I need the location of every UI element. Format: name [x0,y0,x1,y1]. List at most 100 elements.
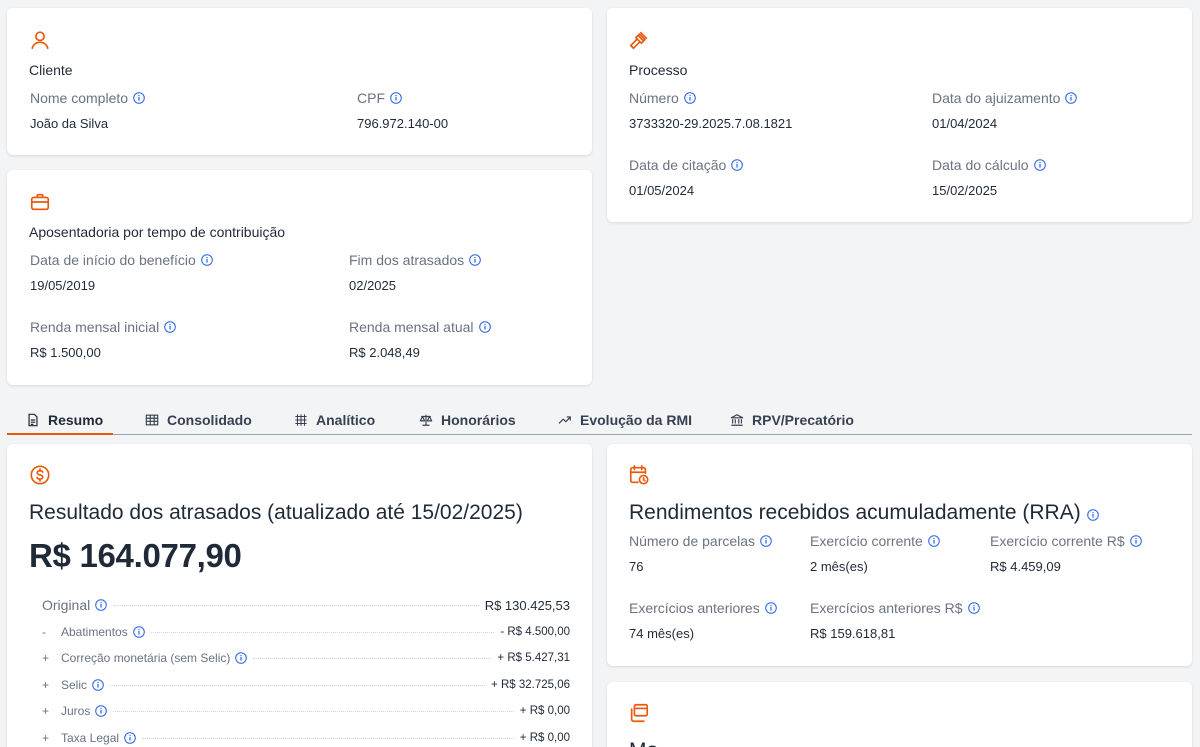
dotted-leader [142,737,514,739]
cpf-label: CPF [357,90,402,106]
tab-analitico[interactable]: Analítico [294,404,375,435]
tab-label: Resumo [48,411,104,428]
numero-value: 3733320-29.2025.7.08.1821 [629,116,793,131]
info-icon[interactable] [469,254,481,266]
correcao-row: + Correção monetária (sem Selic) + R$ 5.4… [42,651,570,665]
anteriores-rs-label: Exercícios anteriores R$ [810,600,980,616]
info-icon[interactable] [124,732,136,744]
info-icon[interactable] [478,321,491,333]
dotted-leader [253,657,492,659]
dotted-leader [113,604,479,606]
info-icon[interactable] [1065,92,1078,104]
beneficio-card: Aposentadoria por tempo de contribuição … [7,170,592,385]
resultado-amount: R$ 164.077,90 [29,537,242,574]
cliente-card: Cliente Nome completo João da Silva CPF … [7,8,592,155]
original-label: Original [42,597,91,613]
anteriores-value: 74 mês(es) [629,626,695,641]
renda-atual-label: Renda mensal atual [349,319,491,335]
numero-label: Número [629,90,696,106]
info-icon[interactable] [132,626,145,638]
exercicio-value: 2 mês(es) [810,559,868,574]
taxa-legal-row: + Taxa Legal + R$ 0,00 [42,731,570,745]
processo-title: Processo [629,62,688,78]
selic-row: + Selic + R$ 32.725,06 [42,678,570,692]
tab-consolidado[interactable]: Consolidado [145,404,252,435]
juros-row: + Juros + R$ 0,00 [42,704,570,718]
info-icon[interactable] [164,321,176,333]
document-icon [28,413,38,426]
calculo-label: Data do cálculo [932,157,1046,173]
info-icon[interactable] [760,535,772,547]
rra-title: Rendimentos recebidos acumuladamente (RR… [629,501,1099,525]
taxa-legal-label: Taxa Legal [61,731,120,745]
dollar-circle-icon [29,464,51,486]
taxa-legal-value: + R$ 0,00 [519,732,570,744]
juros-value: + R$ 0,00 [519,705,570,717]
calendar-clock-icon [628,464,650,486]
tab-label: RPV/Precatório [752,411,854,428]
info-icon[interactable] [95,599,108,611]
anteriores-rs-value: R$ 159.618,81 [810,626,896,641]
info-icon[interactable] [967,602,980,614]
fim-label: Fim dos atrasados [349,252,481,268]
inicio-label: Data de início do benefício [30,252,213,268]
dotted-leader [110,684,486,686]
minus-sign: - [42,625,46,639]
ajuizamento-value: 01/04/2024 [932,116,998,131]
abatimentos-value: - R$ 4.500,00 [500,626,570,638]
trending-up-icon [558,415,571,424]
info-icon[interactable] [235,652,248,664]
info-icon[interactable] [928,535,940,547]
cliente-title: Cliente [29,62,73,78]
bottom-card: Mo [607,682,1192,747]
bottom-card-title: Mo [629,739,658,747]
tab-resumo[interactable]: Resumo [26,404,103,435]
exercicio-rs-value: R$ 4.459,09 [990,559,1061,574]
plus-sign: + [42,651,50,665]
resultado-title: Resultado dos atrasados (atualizado até … [29,501,523,524]
renda-inicial-value: R$ 1.500,00 [30,345,101,360]
copy-icon [628,702,650,724]
selic-value: + R$ 32.725,06 [491,679,570,691]
tab-honorarios[interactable]: Honorários [419,404,516,435]
info-icon[interactable] [731,159,744,171]
info-icon[interactable] [200,254,213,266]
tab-label: Consolidado [167,411,252,428]
renda-atual-value: R$ 2.048,49 [349,345,420,360]
info-icon[interactable] [1086,509,1099,521]
original-value: R$ 130.425,53 [484,597,570,613]
table-icon [145,414,159,425]
info-icon[interactable] [683,92,696,104]
nome-label: Nome completo [30,90,145,106]
plus-sign: + [42,678,50,692]
info-icon[interactable] [390,92,402,104]
selic-label: Selic [61,678,88,692]
info-icon[interactable] [95,705,108,717]
resultado-card: Resultado dos atrasados (atualizado até … [7,444,592,747]
info-icon[interactable] [133,92,145,104]
briefcase-icon [29,191,51,213]
info-icon[interactable] [1129,535,1142,547]
exercicio-rs-label: Exercício corrente R$ [990,533,1142,549]
exercicio-label: Exercício corrente [810,533,940,549]
beneficio-title: Aposentadoria por tempo de contribuição [29,224,286,240]
processo-card: Processo Número 3733320-29.2025.7.08.182… [607,8,1192,222]
info-icon[interactable] [764,602,777,614]
inicio-value: 19/05/2019 [30,278,96,293]
original-row: Original R$ 130.425,53 [42,597,570,613]
abatimentos-label: Abatimentos [61,625,128,639]
info-icon[interactable] [1033,159,1046,171]
juros-label: Juros [61,704,91,718]
tab-label: Honorários [441,411,516,428]
renda-inicial-label: Renda mensal inicial [30,319,176,335]
info-icon[interactable] [92,679,104,691]
dotted-leader [113,710,514,712]
calculo-value: 15/02/2025 [932,183,998,198]
tab-evolucao-rmi[interactable]: Evolução da RMI [558,404,692,435]
cpf-value: 796.972.140-00 [357,116,449,131]
tab-label: Analítico [316,411,376,428]
anteriores-label: Exercícios anteriores [629,600,777,616]
tab-rpv-precatorio[interactable]: RPV/Precatório [730,404,854,435]
abatimentos-row: - Abatimentos - R$ 4.500,00 [42,625,570,639]
scale-icon [419,414,433,426]
